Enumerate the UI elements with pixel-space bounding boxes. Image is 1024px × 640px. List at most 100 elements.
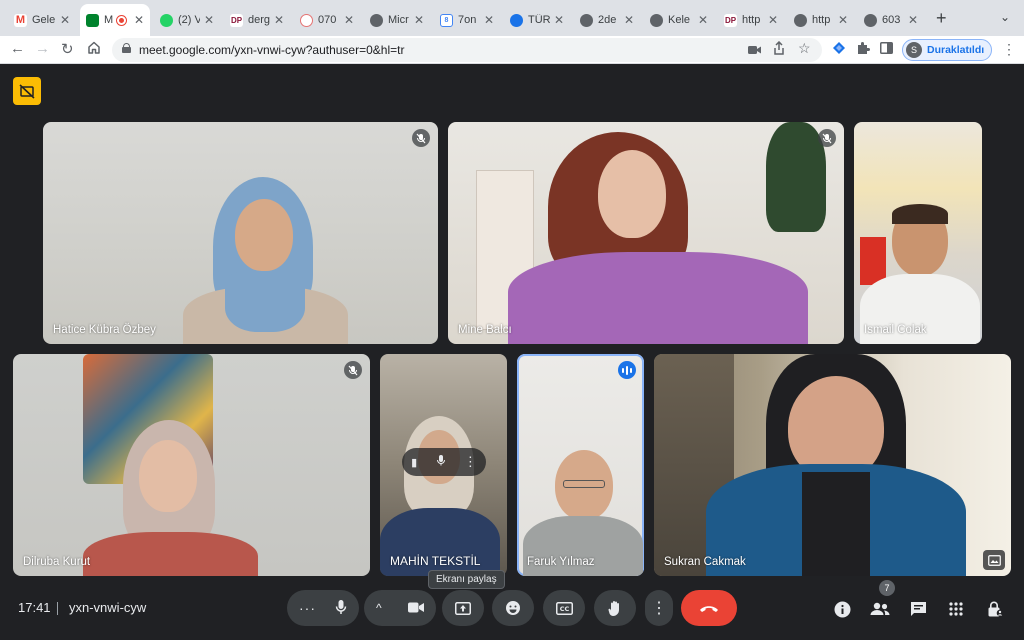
profile-status-label: Duraklatıldı (927, 44, 985, 56)
raise-hand-button[interactable] (594, 590, 636, 626)
present-screen-button[interactable] (442, 590, 484, 626)
reload-icon[interactable]: ↻ (61, 40, 74, 58)
tab-globe[interactable]: 2de ✕ (574, 6, 640, 34)
close-icon[interactable]: ✕ (554, 13, 564, 27)
tab-gmail[interactable]: M Gele ✕ (8, 6, 76, 34)
tab-globe[interactable]: 603 ✕ (858, 6, 924, 34)
tab-doc[interactable]: 8 7on ✕ (434, 6, 500, 34)
gmail-icon: M (14, 13, 27, 27)
more-vert-icon: ⋮ (651, 600, 667, 617)
host-controls-button[interactable] (984, 598, 1006, 620)
more-options-button[interactable]: ⋮ (645, 590, 673, 626)
mic-icon[interactable] (436, 453, 446, 471)
scarf-front-detail (802, 472, 870, 576)
recording-icon (116, 15, 126, 25)
tr-icon (510, 13, 523, 27)
globe-icon (650, 13, 663, 27)
leave-call-button[interactable] (681, 590, 737, 626)
share-icon[interactable] (773, 40, 785, 59)
apps-grid-icon (949, 602, 963, 616)
present-to-all-icon (455, 601, 471, 615)
participant-tile[interactable]: ▮ ⋮ MAHİN TEKSTİL (380, 354, 507, 576)
close-icon[interactable]: ✕ (698, 13, 708, 27)
participant-tile[interactable]: Hatice Kübra Özbey (43, 122, 438, 344)
tab-tur[interactable]: TÜR ✕ (504, 6, 570, 34)
svg-text:CC: CC (559, 605, 569, 613)
participant-name: Mine Balcı (458, 324, 512, 336)
mic-off-icon (344, 361, 362, 379)
chevron-up-icon[interactable]: ^ (376, 601, 382, 615)
close-icon[interactable]: ✕ (624, 13, 634, 27)
close-icon[interactable]: ✕ (768, 13, 778, 27)
participant-name: Ismail Colak (864, 324, 927, 336)
mic-icon[interactable] (335, 599, 347, 618)
tab-meet[interactable]: M ✕ (80, 4, 150, 36)
close-icon[interactable]: ✕ (414, 13, 424, 27)
tab-whatsapp[interactable]: (2) V ✕ (154, 6, 220, 34)
globe-icon (370, 13, 383, 27)
participant-tile[interactable]: Sukran Cakmak (654, 354, 1011, 576)
close-icon[interactable]: ✕ (838, 13, 848, 27)
audio-control-group: ··· (287, 590, 359, 626)
globe-icon (580, 13, 593, 27)
emoji-icon (506, 601, 520, 615)
participant-tile[interactable]: Dilruba Kurut (13, 354, 370, 576)
hand-icon (607, 600, 619, 616)
participant-tile[interactable]: Mine Balcı (448, 122, 844, 344)
mic-off-icon (818, 129, 836, 147)
forward-icon[interactable]: → (35, 40, 50, 57)
meeting-code: yxn-vnwi-cyw (69, 600, 147, 615)
tab-label: M (104, 14, 113, 26)
picture-in-picture-icon[interactable] (983, 550, 1005, 570)
bookmark-star-icon[interactable]: ☆ (798, 40, 811, 57)
tab-globe[interactable]: Kele ✕ (644, 6, 714, 34)
pin-icon[interactable]: ▮ (411, 456, 417, 469)
tab-label: http (742, 14, 761, 26)
tab-seal[interactable]: 070 ✕ (294, 6, 360, 34)
back-icon[interactable]: ← (10, 40, 25, 57)
tab-globe[interactable]: http ✕ (788, 6, 854, 34)
speaking-indicator-icon (618, 361, 636, 379)
activities-button[interactable] (945, 598, 967, 620)
audio-options-icon[interactable]: ··· (299, 600, 316, 616)
close-icon[interactable]: ✕ (484, 13, 494, 27)
close-icon[interactable]: ✕ (274, 13, 284, 27)
more-vert-icon[interactable]: ⋮ (464, 454, 477, 470)
seal-icon (300, 13, 313, 27)
close-icon[interactable]: ✕ (134, 13, 144, 27)
tab-globe[interactable]: Micr ✕ (364, 6, 430, 34)
tab-label: 7on (458, 14, 477, 26)
close-icon[interactable]: ✕ (204, 13, 214, 27)
participant-tile[interactable]: Ismail Colak (854, 122, 982, 344)
recording-indicator[interactable] (13, 77, 41, 105)
more-vert-icon[interactable]: ⋮ (1002, 41, 1016, 58)
participant-name: Hatice Kübra Özbey (53, 324, 156, 336)
extension-color-icon[interactable] (832, 41, 846, 58)
people-button[interactable] (869, 598, 891, 620)
home-icon[interactable] (87, 41, 101, 58)
tab-dp[interactable]: DP derg ✕ (224, 6, 290, 34)
close-icon[interactable]: ✕ (908, 13, 918, 27)
meeting-details-button[interactable] (831, 598, 853, 620)
url-field[interactable]: meet.google.com/yxn-vnwi-cyw?authuser=0&… (112, 38, 822, 62)
tab-dp[interactable]: DP http ✕ (718, 6, 784, 34)
present-screen-tooltip: Ekranı paylaş (428, 570, 505, 589)
plant-background (766, 122, 826, 232)
extensions-puzzle-icon[interactable] (856, 41, 870, 58)
captions-button[interactable]: CC (543, 590, 585, 626)
camera-icon[interactable] (748, 44, 762, 58)
camera-icon[interactable] (408, 600, 424, 616)
doc-icon: 8 (440, 13, 453, 27)
lock-person-icon (988, 601, 1003, 616)
participant-name: Sukran Cakmak (664, 556, 746, 568)
participant-tile-active-speaker[interactable]: Faruk Yılmaz (517, 354, 644, 576)
chevron-down-icon[interactable]: ⌄ (1000, 10, 1010, 24)
close-icon[interactable]: ✕ (344, 13, 354, 27)
chat-button[interactable] (907, 598, 929, 620)
side-panel-icon[interactable] (880, 42, 893, 57)
profile-button[interactable]: S Duraklatıldı (902, 39, 992, 61)
close-icon[interactable]: ✕ (60, 13, 70, 27)
reactions-button[interactable] (492, 590, 534, 626)
tab-label: 070 (318, 14, 337, 26)
new-tab-button[interactable]: + (936, 8, 947, 29)
